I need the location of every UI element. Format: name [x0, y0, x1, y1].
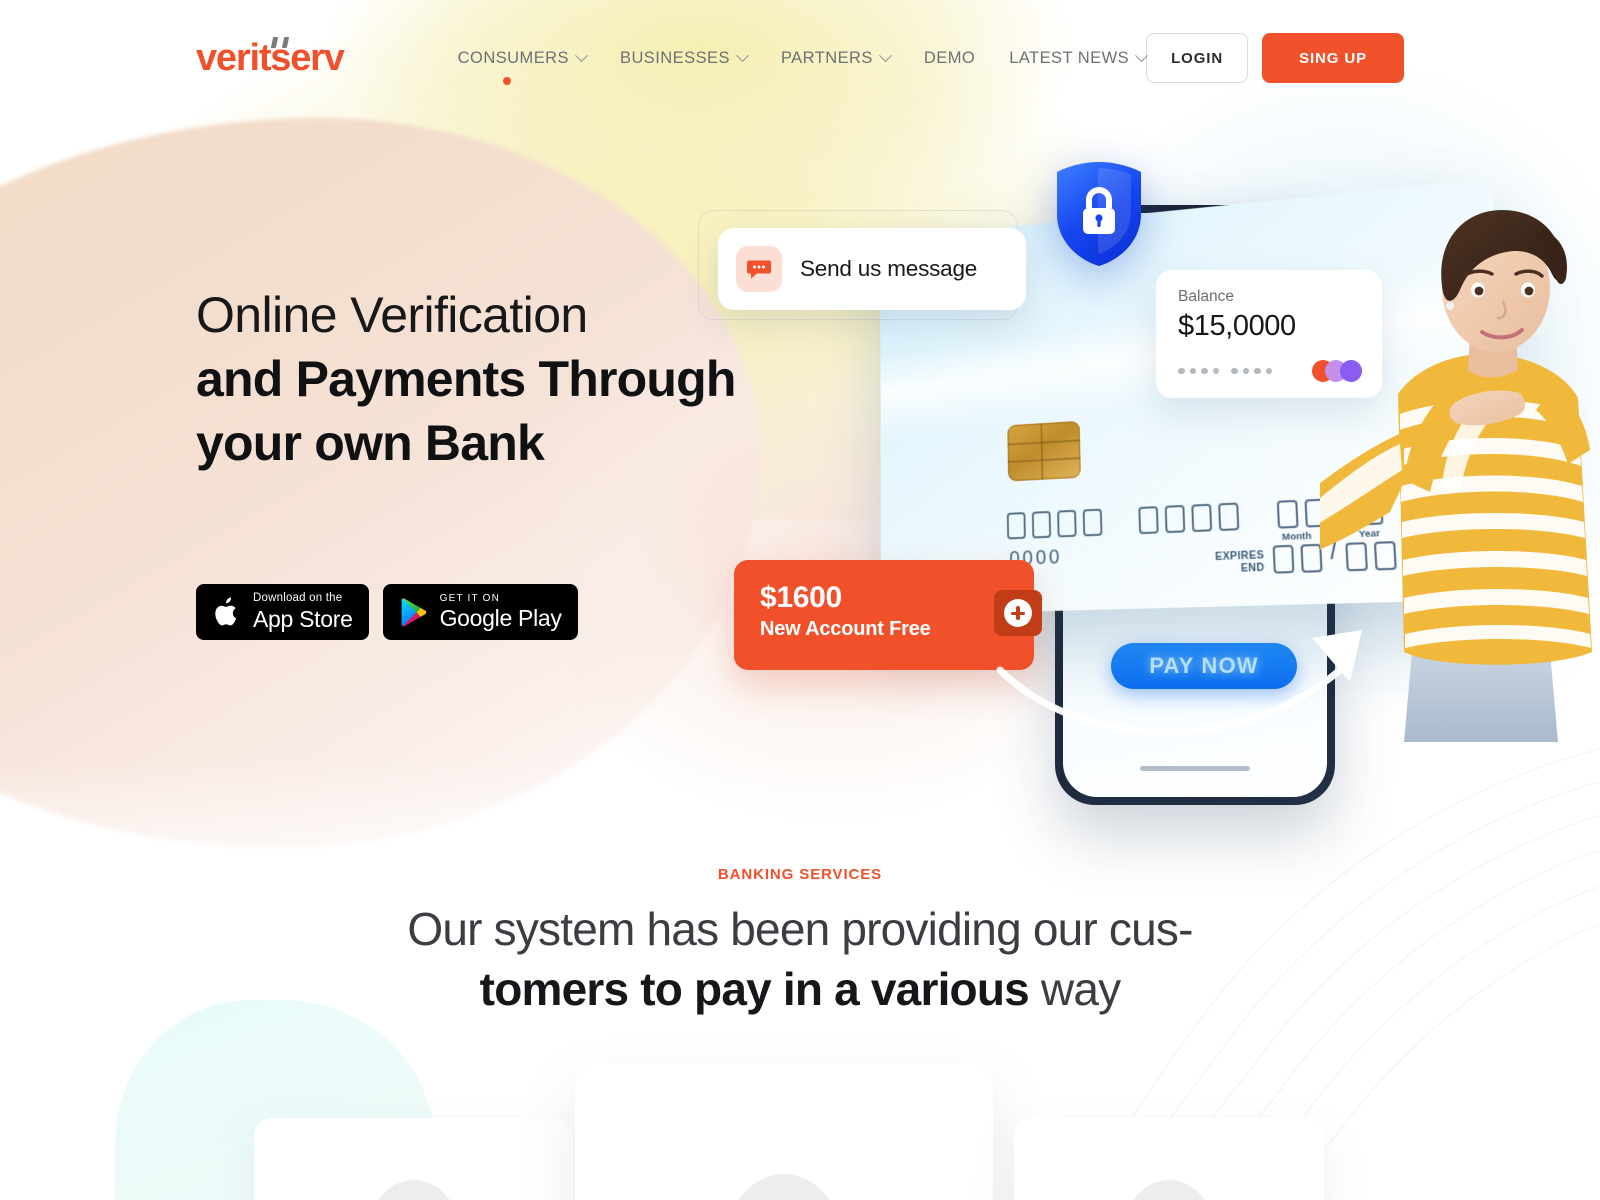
service-card-middle-blob	[724, 1174, 844, 1200]
nav-label: LATEST NEWS	[1009, 48, 1130, 67]
nav-label: PARTNERS	[780, 48, 873, 67]
services-heading-line-1: Our system has been providing our cus-	[407, 903, 1193, 955]
login-button[interactable]: LOGIN	[1146, 33, 1249, 83]
google-play-big-label: Google Play	[439, 605, 562, 631]
services-eyebrow: BANKING SERVICES	[717, 866, 883, 883]
service-card-right[interactable]	[1014, 1118, 1324, 1200]
promo-banner: $1600 New Account Free	[734, 560, 1042, 670]
hero-heading-line-3: your own Bank	[196, 415, 545, 471]
google-play-badge[interactable]: GET IT ON Google Play	[382, 584, 578, 640]
signup-button[interactable]: SING UP	[1262, 33, 1405, 83]
services-section: BANKING SERVICES Our system has been pro…	[0, 866, 1600, 1019]
nav-item-demo[interactable]: DEMO	[924, 49, 975, 68]
google-play-label: GET IT ON Google Play	[440, 594, 562, 630]
service-card-middle[interactable]	[575, 1064, 993, 1200]
active-indicator-dot	[502, 76, 511, 85]
app-store-big-label: App Store	[253, 605, 353, 632]
app-store-label: Download on the App Store	[253, 593, 353, 631]
logo-text: veritserv	[196, 37, 345, 79]
landing-page: veritserv CONSUMERS BUSINESSES PARTNERS …	[0, 0, 1600, 1200]
lock-shield-icon	[1057, 162, 1141, 266]
apple-icon	[212, 595, 242, 630]
google-play-icon	[399, 596, 429, 629]
nav-item-latest-news[interactable]: LATEST NEWS	[1009, 48, 1148, 68]
services-heading: Our system has been providing our cus- t…	[0, 899, 1600, 1019]
hero-illustration: PAY NOW 0000 EXPIRES END Month / Year Se…	[690, 150, 1600, 810]
chevron-down-icon	[879, 48, 892, 62]
hero-heading-line-1: Online Verification	[196, 287, 588, 343]
service-card-left[interactable]	[254, 1118, 574, 1200]
app-store-badge[interactable]: Download on the App Store	[196, 584, 369, 640]
swoosh-arrow	[996, 630, 1362, 736]
send-message-card[interactable]: Send us message	[718, 228, 1026, 310]
services-heading-tail: way	[1040, 963, 1121, 1015]
send-message-label: Send us message	[800, 256, 978, 281]
services-cards	[0, 1064, 1600, 1200]
service-card-left-blob	[366, 1180, 462, 1200]
services-heading-bold: tomers to pay in a various	[479, 963, 1030, 1015]
site-header: veritserv CONSUMERS BUSINESSES PARTNERS …	[0, 0, 1600, 116]
hero-heading-line-2: and Payments Through	[196, 351, 736, 407]
chevron-down-icon	[575, 48, 588, 62]
auth-actions: LOGIN SING UP	[1146, 33, 1405, 83]
nav-item-consumers[interactable]: CONSUMERS	[457, 48, 588, 85]
app-store-small-label: Download on the	[253, 592, 343, 605]
logo[interactable]: veritserv	[196, 37, 345, 79]
app-store-badges: Download on the App Store GET IT ON Goog…	[196, 584, 578, 640]
nav-item-partners[interactable]: PARTNERS	[780, 48, 892, 68]
background-peach-blob	[0, 118, 760, 848]
nav-label: BUSINESSES	[619, 48, 730, 67]
service-card-right-blob	[1121, 1180, 1217, 1200]
hero-copy: Online Verification and Payments Through…	[196, 283, 736, 475]
chevron-down-icon	[1135, 48, 1148, 62]
google-play-small-label: GET IT ON	[439, 593, 501, 604]
chat-bubble-icon	[736, 246, 782, 292]
nav-label: DEMO	[923, 48, 976, 67]
nav-item-businesses[interactable]: BUSINESSES	[619, 48, 749, 68]
emv-chip-icon	[1007, 420, 1081, 482]
chevron-down-icon	[736, 48, 749, 62]
masked-card-digits	[1178, 367, 1272, 375]
primary-navigation: CONSUMERS BUSINESSES PARTNERS DEMO LATES…	[457, 48, 1148, 85]
nav-label: CONSUMERS	[457, 48, 569, 67]
